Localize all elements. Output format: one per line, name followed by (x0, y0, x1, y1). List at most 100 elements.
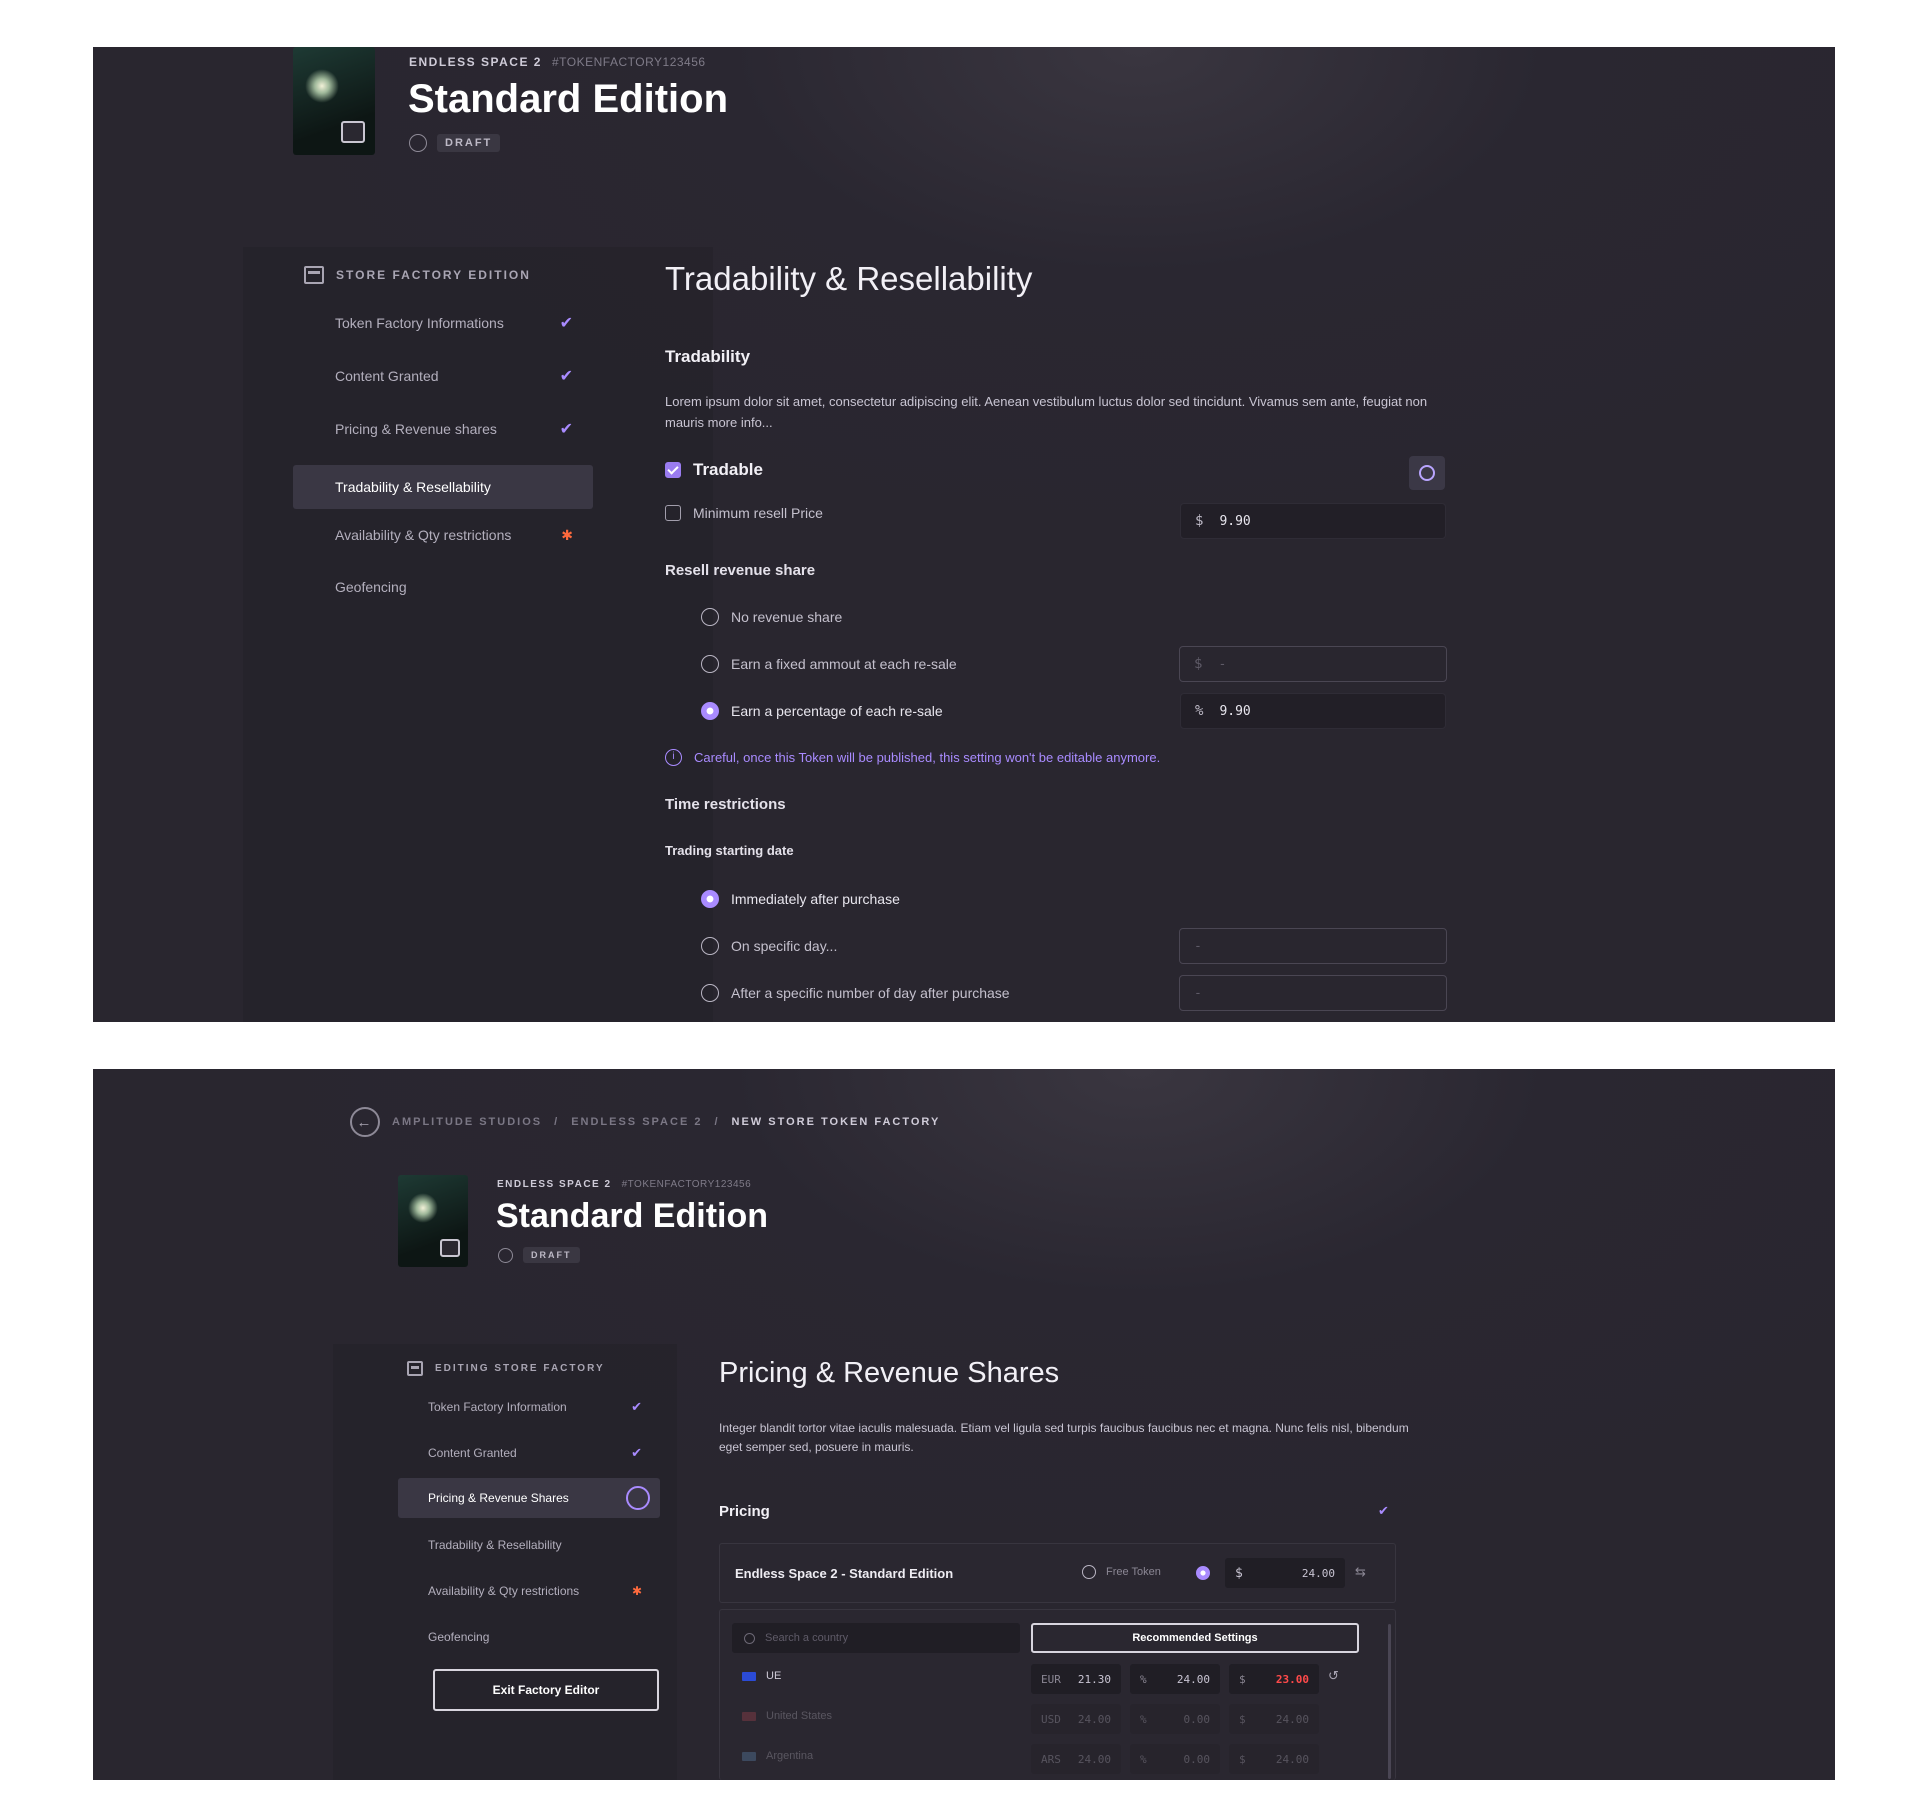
breadcrumb-current: NEW STORE TOKEN FACTORY (731, 1116, 941, 1128)
tradability-description: Lorem ipsum dolor sit amet, consectetur … (665, 394, 1428, 430)
token-settings-button[interactable] (1409, 456, 1445, 490)
country-search-input[interactable]: Search a country (732, 1623, 1020, 1653)
percent-input[interactable]: % 24.00 (1130, 1664, 1220, 1694)
clock-icon (409, 134, 427, 152)
recommended-settings-button[interactable]: Recommended Settings (1031, 1623, 1359, 1653)
store-icon (407, 1361, 423, 1376)
sidebar-item-geofencing[interactable]: Geofencing (398, 1619, 660, 1655)
resell-option-none[interactable]: No revenue share (701, 608, 842, 626)
paid-price-radio[interactable] (1196, 1566, 1210, 1580)
sidebar-item-geofencing[interactable]: Geofencing (293, 565, 593, 609)
table-row-country: UE (742, 1670, 781, 1682)
tradable-label: Tradable (693, 460, 763, 479)
min-resell-row[interactable]: Minimum resell Price (665, 505, 823, 521)
usd-price-input[interactable]: $ 24.00 (1229, 1744, 1319, 1774)
exit-factory-editor-button[interactable]: Exit Factory Editor (433, 1669, 659, 1711)
radio-button[interactable] (701, 608, 719, 626)
percent-input[interactable]: % 0.00 (1130, 1744, 1220, 1774)
reset-icon[interactable]: ↺ (1328, 1668, 1339, 1684)
breadcrumb-studio[interactable]: AMPLITUDE STUDIOS (392, 1116, 542, 1128)
convert-icon[interactable]: ⇆ (1355, 1564, 1366, 1580)
country-name: UE (766, 1670, 782, 1682)
status-row: DRAFT (498, 1247, 580, 1263)
input-value: 23.00 (1275, 1672, 1309, 1686)
game-franchise-label: ENDLESS SPACE 2 #TOKENFACTORY123456 (409, 55, 706, 69)
table-row-country: United States (742, 1710, 832, 1722)
resell-option-percentage[interactable]: Earn a percentage of each re-sale (701, 702, 943, 720)
sidebar-item-label: Availability & Qty restrictions (335, 527, 512, 543)
radio-button[interactable] (701, 984, 719, 1002)
sidebar-item-label: Pricing & Revenue shares (335, 421, 497, 437)
radio-button-selected[interactable] (701, 890, 719, 908)
status-badge: DRAFT (437, 134, 501, 152)
radio-button[interactable] (1082, 1565, 1096, 1579)
fixed-amount-input[interactable]: $ - (1179, 646, 1447, 682)
flag-icon (742, 1751, 756, 1761)
tradability-heading: Tradability (665, 347, 751, 366)
cover-star-art (305, 69, 339, 103)
min-resell-checkbox[interactable] (665, 505, 681, 521)
section-title: Tradability & Resellability (665, 260, 1033, 297)
input-value: 9.90 (1219, 703, 1251, 719)
start-option-days-after[interactable]: After a specific number of day after pur… (701, 984, 1010, 1002)
token-icon (1419, 465, 1435, 481)
breadcrumb-separator: / (714, 1116, 720, 1128)
table-scrollbar[interactable] (1388, 1624, 1391, 1779)
percentage-input[interactable]: % 9.90 (1180, 693, 1446, 729)
local-price-input[interactable]: ARS 24.00 (1031, 1744, 1121, 1774)
franchise-name: ENDLESS SPACE 2 (497, 1179, 612, 1190)
sidebar-item-availability[interactable]: Availability & Qty restrictions ✱ (293, 513, 593, 557)
min-resell-price-input[interactable]: $ 9.90 (1180, 503, 1446, 539)
currency-symbol: $ (1194, 656, 1203, 672)
sidebar-item-token-factory[interactable]: Token Factory Information ✔ (398, 1389, 660, 1425)
option-label: Immediately after purchase (731, 891, 900, 907)
country-pricing-table: Search a country Recommended Settings UE… (719, 1609, 1396, 1780)
sidebar-item-tradability[interactable]: Tradability & Resellability (398, 1527, 660, 1563)
sidebar-item-token-factory[interactable]: Token Factory Informations ✔ (293, 301, 593, 345)
start-option-immediate[interactable]: Immediately after purchase (701, 890, 900, 908)
percent-input[interactable]: % 0.00 (1130, 1704, 1220, 1734)
check-icon: ✔ (559, 421, 573, 438)
check-icon: ✔ (559, 368, 573, 385)
percent-symbol: % (1140, 1672, 1147, 1686)
currency-symbol: $ (1239, 1712, 1246, 1726)
percent-symbol: % (1140, 1752, 1147, 1766)
sidebar-header: EDITING STORE FACTORY (407, 1361, 605, 1376)
required-icon: ✱ (561, 526, 573, 543)
local-price-input[interactable]: EUR 21.30 (1031, 1664, 1121, 1694)
base-price-input[interactable]: $ 24.00 (1225, 1558, 1345, 1588)
sidebar-item-content-granted[interactable]: Content Granted ✔ (293, 354, 593, 398)
days-after-input[interactable]: - (1179, 975, 1447, 1011)
radio-button[interactable] (701, 937, 719, 955)
sidebar-item-label: Pricing & Revenue Shares (428, 1491, 569, 1505)
specific-day-input[interactable]: - (1179, 928, 1447, 964)
breadcrumb-game[interactable]: ENDLESS SPACE 2 (571, 1116, 702, 1128)
option-label: Free Token (1106, 1566, 1161, 1578)
sidebar-item-availability[interactable]: Availability & Qty restrictions ✱ (398, 1573, 660, 1609)
tradable-checkbox-row[interactable]: Tradable (665, 460, 763, 480)
resell-option-fixed[interactable]: Earn a fixed ammout at each re-sale (701, 655, 957, 673)
local-price-input[interactable]: USD 24.00 (1031, 1704, 1121, 1734)
option-label: Earn a fixed ammout at each re-sale (731, 656, 957, 672)
country-name: United States (766, 1710, 833, 1722)
status-badge: DRAFT (523, 1247, 580, 1263)
tradable-checkbox[interactable] (665, 462, 681, 478)
radio-button-selected[interactable] (701, 702, 719, 720)
product-name: Endless Space 2 - Standard Edition (735, 1566, 954, 1581)
pricing-screen: ← AMPLITUDE STUDIOS / ENDLESS SPACE 2 / … (93, 1069, 1835, 1780)
radio-button[interactable] (701, 655, 719, 673)
usd-price-input[interactable]: $ 23.00 (1229, 1664, 1319, 1694)
flag-icon (742, 1671, 756, 1681)
resell-heading: Resell revenue share (665, 562, 816, 579)
sidebar-item-tradability[interactable]: Tradability & Resellability (293, 465, 593, 509)
section-title: Pricing & Revenue Shares (719, 1357, 1060, 1389)
start-option-specific-day[interactable]: On specific day... (701, 937, 837, 955)
flag-icon (742, 1711, 756, 1721)
input-value: 24.00 (1077, 1712, 1111, 1726)
sidebar-item-content-granted[interactable]: Content Granted ✔ (398, 1435, 660, 1471)
back-arrow-icon[interactable]: ← (350, 1107, 380, 1137)
sidebar-item-pricing[interactable]: Pricing & Revenue Shares (398, 1478, 660, 1518)
free-token-option[interactable]: Free Token (1082, 1565, 1161, 1579)
sidebar-item-pricing[interactable]: Pricing & Revenue shares ✔ (293, 407, 593, 451)
usd-price-input[interactable]: $ 24.00 (1229, 1704, 1319, 1734)
